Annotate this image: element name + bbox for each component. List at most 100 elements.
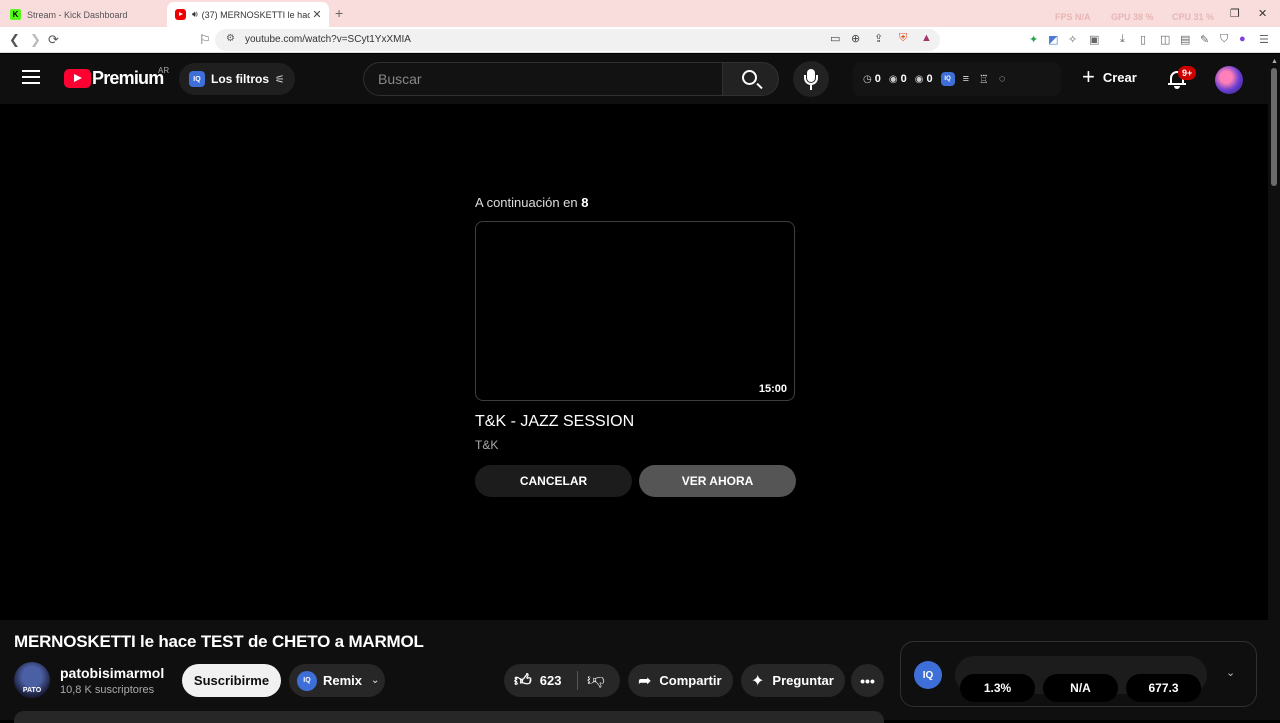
- filters-label: Los filtros: [211, 72, 270, 86]
- channel-name[interactable]: patobisimarmol: [60, 665, 164, 681]
- ask-button[interactable]: ✦ Preguntar: [741, 664, 845, 697]
- video-player[interactable]: A continuación en 8 15:00 T&K - JAZZ SES…: [0, 104, 1268, 620]
- clock-icon: ◷: [863, 73, 872, 85]
- share-icon: ➦: [638, 672, 652, 690]
- cast-icon[interactable]: ▭: [830, 32, 840, 45]
- remix-label: Remix: [323, 673, 363, 688]
- vpn-icon[interactable]: ⛉: [1220, 33, 1228, 46]
- eye-icon: ◉: [914, 73, 924, 85]
- url-text[interactable]: youtube.com/watch?v=SCyt1YxXMIA: [245, 34, 411, 45]
- extensions-icon[interactable]: ✧: [1068, 33, 1077, 46]
- share-page-icon[interactable]: ⇪: [874, 32, 883, 45]
- thumbs-up-icon: 👍︎: [514, 671, 532, 690]
- like-count: 623: [539, 673, 562, 688]
- scrollbar-thumb[interactable]: [1271, 68, 1277, 186]
- extension-panel: IQ 1.3% N/A 677.3 ⌄: [900, 641, 1257, 707]
- thumbs-down-icon[interactable]: 👍︎: [587, 670, 605, 691]
- reload-icon[interactable]: ⟳: [48, 32, 59, 48]
- url-bar[interactable]: ⚙ youtube.com/watch?v=SCyt1YxXMIA ▭ ⊕ ⇪ …: [215, 29, 940, 51]
- stat-views[interactable]: ◉ 0: [889, 73, 907, 85]
- chevron-down-icon[interactable]: ⌄: [1226, 666, 1235, 679]
- ai-icon[interactable]: ✎: [1200, 33, 1209, 46]
- cancel-autoplay-button[interactable]: CANCELAR: [475, 465, 632, 497]
- video-details: MERNOSKETTI le hace TEST de CHETO a MARM…: [0, 620, 1268, 723]
- eye-icon: ◉: [888, 73, 898, 85]
- description-box[interactable]: [14, 711, 884, 723]
- create-button[interactable]: + Crear: [1082, 64, 1137, 89]
- gpu-readout: GPU 38 %: [1111, 12, 1154, 22]
- extension-value: 1.3%: [960, 674, 1035, 702]
- chevron-down-icon: ⌄: [371, 675, 380, 686]
- youtube-logo-icon[interactable]: [64, 69, 91, 88]
- next-video-title[interactable]: T&K - JAZZ SESSION: [475, 413, 634, 431]
- iq-icon[interactable]: IQ: [914, 661, 942, 689]
- subscriber-count: 10,8 K suscriptores: [60, 684, 155, 696]
- menu-icon[interactable]: ☰: [1259, 33, 1269, 46]
- country-code: AR: [158, 66, 170, 75]
- up-next-countdown: A continuación en 8: [475, 195, 589, 210]
- close-window-icon[interactable]: ✕: [1258, 7, 1267, 20]
- tab-title: Stream - Kick Dashboard: [27, 9, 128, 20]
- like-button[interactable]: 👍︎ 623: [514, 664, 561, 697]
- speaker-icon[interactable]: 🔊︎: [192, 9, 198, 20]
- logo-text[interactable]: Premium: [92, 68, 164, 89]
- tab-kick-dashboard[interactable]: K Stream - Kick Dashboard: [2, 2, 162, 27]
- reading-icon[interactable]: ▯: [1140, 33, 1146, 46]
- wallet-icon[interactable]: ▤: [1180, 33, 1190, 46]
- extension-value: 677.3: [1126, 674, 1201, 702]
- sliders-icon: ⚟: [275, 73, 285, 86]
- more-actions-icon[interactable]: •••: [851, 664, 884, 697]
- close-tab-icon[interactable]: ✕: [310, 8, 324, 21]
- back-icon[interactable]: ❮: [9, 32, 20, 48]
- tab-youtube-video[interactable]: 🔊︎ (37) MERNOSKETTI le hace TEST ✕: [167, 2, 329, 27]
- search-button[interactable]: [722, 62, 779, 96]
- download-icon[interactable]: ⤓: [1120, 33, 1125, 46]
- remix-button[interactable]: IQ Remix ⌄: [289, 664, 385, 697]
- filters-button[interactable]: IQ Los filtros ⚟: [179, 63, 295, 95]
- iq-icon: IQ: [189, 71, 205, 87]
- voice-search-button[interactable]: [793, 61, 829, 97]
- channel-avatar[interactable]: PATO: [14, 662, 50, 698]
- plus-icon: +: [1082, 64, 1095, 89]
- extension-values: 1.3% N/A 677.3: [955, 656, 1207, 702]
- video-title: MERNOSKETTI le hace TEST de CHETO a MARM…: [14, 632, 424, 651]
- forward-icon[interactable]: ❯: [30, 32, 41, 48]
- page-scrollbar[interactable]: ▲: [1268, 54, 1280, 720]
- list-icon[interactable]: ≡: [963, 73, 969, 85]
- shield-icon[interactable]: ⛨: [899, 32, 907, 45]
- new-tab-button[interactable]: +: [335, 5, 343, 21]
- restore-window-icon[interactable]: ❐: [1230, 7, 1240, 20]
- translate-icon[interactable]: ◩: [1048, 33, 1058, 46]
- stat-watched[interactable]: ◉ 0: [915, 73, 933, 85]
- site-info-icon[interactable]: ⚙: [226, 33, 235, 44]
- trophy-icon[interactable]: ♖: [979, 73, 989, 86]
- extension-stats-bar: ◷ 0 ◉ 0 ◉ 0 IQ ≡ ♖ ◌: [853, 62, 1061, 96]
- kick-icon: K: [10, 9, 21, 20]
- search-input[interactable]: [364, 63, 722, 95]
- chat-icon[interactable]: ◌: [999, 73, 1006, 85]
- subscribe-button[interactable]: Suscribirme: [182, 664, 281, 697]
- profile-icon[interactable]: ●: [1239, 33, 1246, 45]
- avatar[interactable]: [1215, 66, 1243, 94]
- extension-value: N/A: [1043, 674, 1118, 702]
- next-video-channel: T&K: [475, 438, 499, 452]
- sidebar-icon[interactable]: ◫: [1160, 33, 1170, 46]
- stat-time[interactable]: ◷ 0: [863, 73, 881, 85]
- media-icon[interactable]: ▣: [1089, 33, 1099, 46]
- share-button[interactable]: ➦ Compartir: [628, 664, 733, 697]
- youtube-header: Premium AR IQ Los filtros ⚟ ◷0 ◉0 ◉0 IQ …: [0, 54, 1268, 104]
- like-dislike-group: 👍︎ 623 👍︎: [504, 664, 620, 697]
- iq-icon: IQ: [297, 670, 317, 691]
- video-duration: 15:00: [758, 383, 787, 395]
- zoom-icon[interactable]: ⊕: [851, 32, 860, 45]
- watch-now-button[interactable]: VER AHORA: [639, 465, 796, 497]
- scroll-up-icon[interactable]: ▲: [1271, 58, 1278, 65]
- iq-icon[interactable]: IQ: [940, 72, 955, 86]
- hamburger-menu-icon[interactable]: [22, 70, 40, 84]
- youtube-icon: [175, 9, 186, 20]
- rewards-icon[interactable]: ▲: [921, 32, 932, 44]
- next-video-thumbnail[interactable]: 15:00: [475, 221, 795, 401]
- bookmark-icon[interactable]: ⚐: [199, 32, 211, 48]
- tab-title: (37) MERNOSKETTI le hace TEST: [201, 9, 310, 20]
- extension-leaf-icon[interactable]: ✦: [1029, 33, 1038, 46]
